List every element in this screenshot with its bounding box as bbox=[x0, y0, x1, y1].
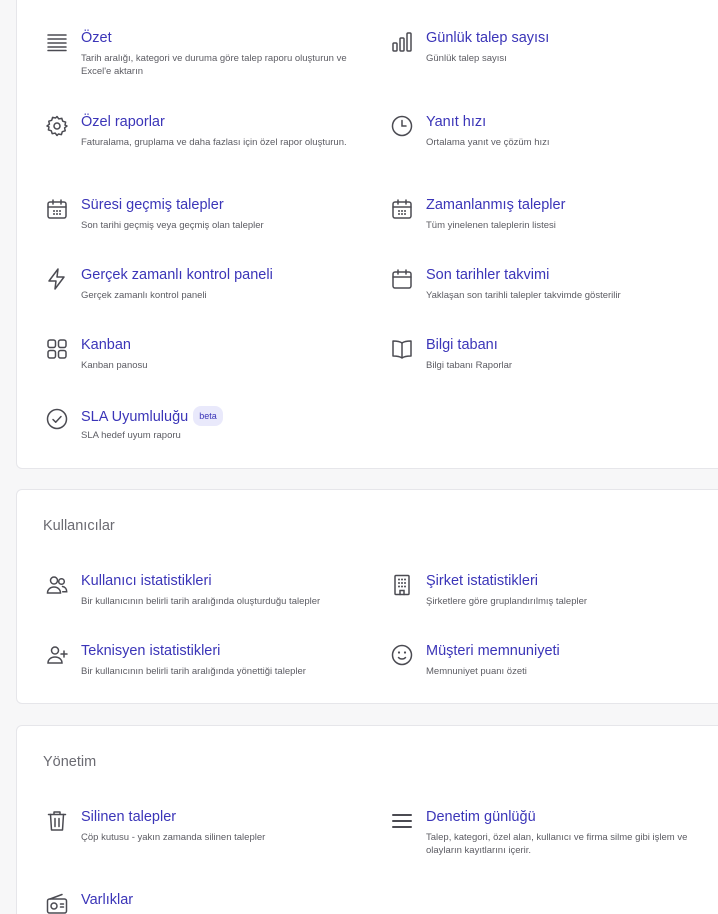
report-desc: Bir kullanıcının belirli tarih aralığınd… bbox=[81, 666, 306, 677]
grid-squares-icon bbox=[45, 337, 69, 361]
section-title-users: Kullanıcılar bbox=[43, 518, 115, 534]
report-title: SLA Uyumluluğu beta bbox=[81, 406, 223, 426]
report-desc: Yaklaşan son tarihli talepler takvimde g… bbox=[426, 290, 621, 301]
lightning-icon bbox=[45, 267, 69, 291]
calendar-grid-icon bbox=[45, 197, 69, 221]
report-desc: Bir kullanıcının belirli tarih aralığınd… bbox=[81, 596, 321, 607]
report-desc: Gerçek zamanlı kontrol paneli bbox=[81, 290, 207, 301]
report-desc: Memnuniyet puanı özeti bbox=[426, 666, 527, 677]
list-lines-icon bbox=[45, 30, 69, 54]
report-title: Özel raporlar bbox=[81, 114, 165, 130]
radio-device-icon bbox=[45, 892, 69, 914]
report-desc: Faturalama, gruplama ve daha fazlası içi… bbox=[81, 137, 347, 148]
report-title: Günlük talep sayısı bbox=[426, 30, 550, 46]
building-icon bbox=[390, 573, 414, 597]
beta-badge: beta bbox=[193, 406, 223, 426]
report-title: Süresi geçmiş talepler bbox=[81, 197, 224, 213]
calendar-icon bbox=[390, 267, 414, 291]
report-desc: Kanban panosu bbox=[81, 360, 148, 371]
report-title: Bilgi tabanı bbox=[426, 337, 498, 353]
report-desc: SLA hedef uyum raporu bbox=[81, 430, 181, 441]
report-title: Son tarihler takvimi bbox=[426, 267, 550, 283]
report-desc: Çöp kutusu - yakın zamanda silinen talep… bbox=[81, 832, 266, 843]
calendar-grid-icon bbox=[390, 197, 414, 221]
report-title: Müşteri memnuniyeti bbox=[426, 643, 560, 659]
report-title: Yanıt hızı bbox=[426, 114, 487, 130]
bar-chart-icon bbox=[390, 30, 414, 54]
report-title-text: SLA Uyumluluğu bbox=[81, 409, 189, 425]
menu-lines-icon bbox=[390, 809, 414, 833]
smile-icon bbox=[390, 643, 414, 667]
report-desc: Tüm yinelenen taleplerin listesi bbox=[426, 220, 556, 231]
user-plus-icon bbox=[45, 643, 69, 667]
report-desc: Ortalama yanıt ve çözüm hızı bbox=[426, 137, 550, 148]
report-title: Denetim günlüğü bbox=[426, 809, 536, 825]
report-desc: Günlük talep sayısı bbox=[426, 53, 507, 64]
reports-card: Özet Tarih aralığı, kategori ve duruma g… bbox=[16, 0, 718, 469]
check-circle-icon bbox=[45, 407, 69, 431]
admin-card: Yönetim Silinen talepler Çöp kutusu - ya… bbox=[16, 725, 718, 914]
report-title: Zamanlanmış talepler bbox=[426, 197, 566, 213]
report-title: Silinen talepler bbox=[81, 809, 177, 825]
report-title: Şirket istatistikleri bbox=[426, 573, 538, 589]
users-card: Kullanıcılar Kullanıcı istatistikleri Bi… bbox=[16, 489, 718, 704]
report-desc: Bilgi tabanı Raporlar bbox=[426, 360, 513, 371]
report-title: Kanban bbox=[81, 337, 131, 353]
clock-icon bbox=[390, 114, 414, 138]
report-title: Özet bbox=[81, 30, 112, 46]
trash-icon bbox=[45, 809, 69, 833]
users-icon bbox=[45, 573, 69, 597]
book-icon bbox=[390, 337, 414, 361]
section-title-admin: Yönetim bbox=[43, 754, 97, 770]
report-title: Varlıklar bbox=[81, 892, 134, 908]
report-title: Teknisyen istatistikleri bbox=[81, 643, 221, 659]
report-title: Kullanıcı istatistikleri bbox=[81, 573, 212, 589]
report-desc: Tarih aralığı, kategori ve duruma göre t… bbox=[81, 53, 347, 77]
report-desc: Şirketlere göre gruplandırılmış talepler bbox=[426, 596, 588, 607]
report-desc: Son tarihi geçmiş veya geçmiş olan talep… bbox=[81, 220, 264, 231]
report-title: Gerçek zamanlı kontrol paneli bbox=[81, 267, 273, 283]
gear-icon bbox=[45, 114, 69, 138]
report-desc: Talep, kategori, özel alan, kullanıcı ve… bbox=[426, 832, 688, 856]
